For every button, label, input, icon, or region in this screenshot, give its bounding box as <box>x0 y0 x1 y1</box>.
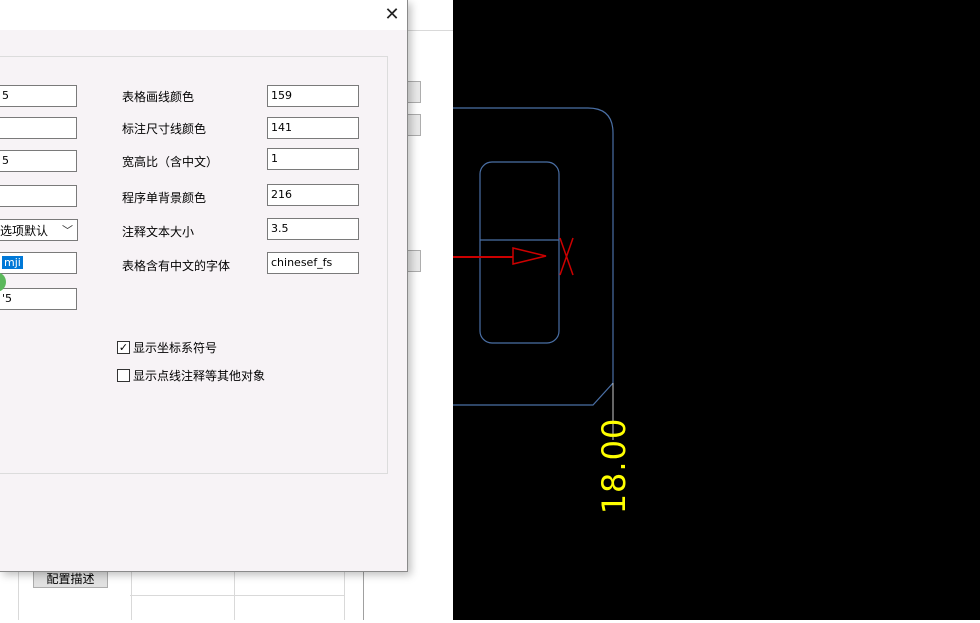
settings-dialog: ✕ 5 5 选项默认 ﹀ mji '5 表格画线颜色 159 标注尺寸线颜色 1… <box>0 0 408 572</box>
aspect-ratio-label: 宽高比（含中文） <box>122 155 219 169</box>
program-sheet-bg-color-label: 程序单背景颜色 <box>122 191 207 205</box>
table-line-color-field[interactable]: 159 <box>267 85 359 107</box>
grid-line <box>130 595 345 596</box>
dimension-line-color-field[interactable]: 141 <box>267 117 359 139</box>
arrow-head-icon <box>512 247 547 265</box>
grid-line <box>363 572 364 620</box>
selected-text: mji <box>2 256 23 269</box>
close-icon[interactable]: ✕ <box>378 3 406 25</box>
show-coordinate-symbol-checkbox[interactable]: ✓ 显示坐标系符号 <box>117 339 217 356</box>
left-field-1[interactable]: 5 <box>0 85 77 107</box>
dialog-titlebar: ✕ <box>0 0 407 30</box>
checkbox-checked-icon: ✓ <box>117 341 130 354</box>
left-field-2[interactable] <box>0 117 77 139</box>
annotation-text-size-label: 注释文本大小 <box>122 225 195 239</box>
left-dropdown-value: 选项默认 <box>0 224 49 238</box>
left-field-4[interactable] <box>0 185 77 207</box>
annotation-text-size-field[interactable]: 3.5 <box>267 218 359 240</box>
program-sheet-bg-color-field[interactable]: 216 <box>267 184 359 206</box>
chevron-down-icon: ﹀ <box>62 224 73 237</box>
aspect-ratio-field[interactable]: 1 <box>267 148 359 170</box>
grid-line <box>344 572 345 620</box>
show-coordinate-symbol-label: 显示坐标系符号 <box>133 341 218 355</box>
grid-line <box>234 572 235 620</box>
grid-line <box>131 572 132 620</box>
grid-line <box>18 572 19 620</box>
chinese-font-field[interactable]: chinesef_fs <box>267 252 359 274</box>
left-dropdown[interactable]: 选项默认 ﹀ <box>0 219 78 241</box>
inner-slot-outline <box>479 161 560 344</box>
left-field-3[interactable]: 5 <box>0 150 77 172</box>
table-line-color-label: 表格画线颜色 <box>122 90 195 104</box>
background-button[interactable] <box>407 81 421 103</box>
left-field-7[interactable]: '5 <box>0 288 77 310</box>
dimension-line-color-label: 标注尺寸线颜色 <box>122 122 207 136</box>
left-field-6[interactable]: mji <box>0 252 77 274</box>
show-other-objects-label: 显示点线注释等其他对象 <box>133 369 266 383</box>
checkbox-unchecked-icon <box>117 369 130 382</box>
cad-drawing <box>453 107 614 440</box>
cad-viewport[interactable] <box>453 0 980 620</box>
show-other-objects-checkbox[interactable]: 显示点线注释等其他对象 <box>117 367 265 384</box>
chinese-font-label: 表格含有中文的字体 <box>122 259 231 273</box>
dimension-label: 18.00 <box>595 417 633 515</box>
grid-line <box>408 30 453 31</box>
background-button[interactable] <box>407 114 421 136</box>
background-button[interactable] <box>407 250 421 272</box>
